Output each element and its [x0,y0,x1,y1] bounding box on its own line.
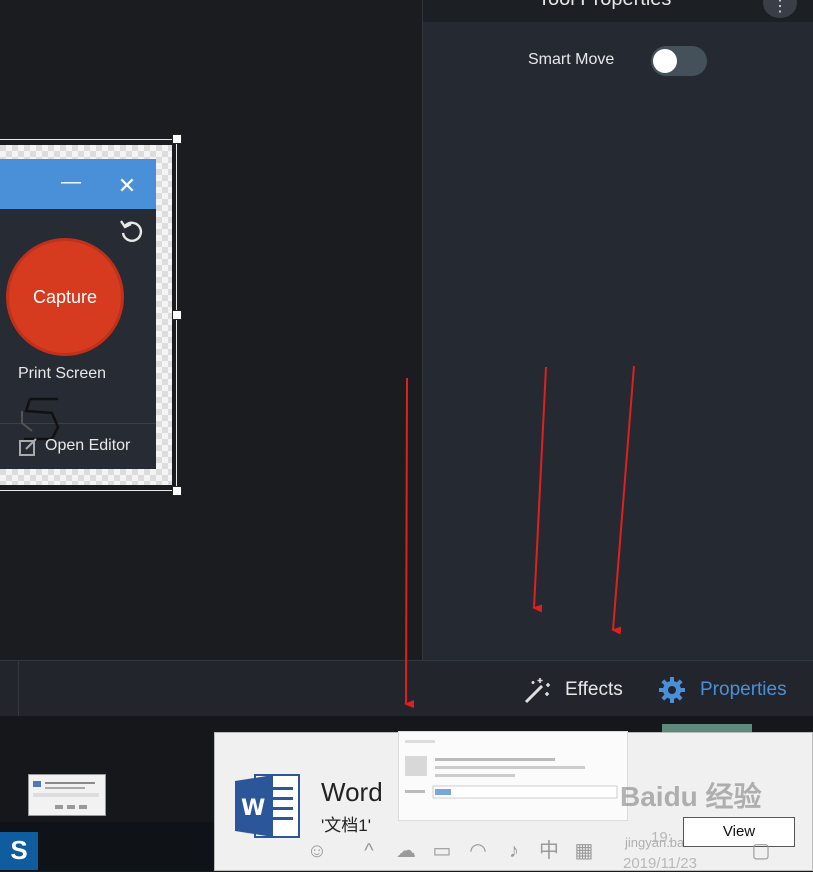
keyboard-icon[interactable]: ▦ [571,837,597,865]
bottom-toolbar: Effects Properties [0,660,813,717]
timeline-clip-thumbnail[interactable] [28,774,106,816]
selection-box[interactable] [0,139,177,491]
word-app-icon: W [235,774,300,838]
notification-center-icon[interactable]: ▢ [749,837,773,865]
panel-title: Tool Properties [538,0,671,11]
clock-date: 2019/11/23 [623,855,697,872]
resize-handle-middle-right[interactable] [172,310,182,320]
more-options-button[interactable]: ⋮ [763,0,797,18]
svg-text:W: W [241,796,265,821]
people-icon[interactable]: ☺ [305,837,329,865]
gear-icon[interactable] [657,675,687,705]
effects-tab[interactable]: Effects [565,679,623,701]
notification-doc-name: '文档1' [321,816,371,835]
resize-handle-top-right[interactable] [172,134,182,144]
smart-move-toggle[interactable] [651,46,707,76]
resize-handle-bottom-right[interactable] [172,486,182,496]
baidu-watermark: Baidu 经验 [620,781,762,812]
app-icon[interactable]: S [0,832,38,870]
preview-content [405,740,618,799]
battery-icon[interactable]: ▭ [429,837,455,865]
word-notification[interactable]: W Word '文档1' Baidu 经验 jingyan.baidu.com … [214,731,813,872]
toggle-knob [653,49,677,73]
volume-icon[interactable]: ♪ [501,837,527,865]
properties-panel: Tool Properties ⋮ Smart Move [422,0,813,660]
smart-move-label: Smart Move [528,51,615,68]
ime-indicator[interactable]: 中 [535,837,563,865]
wifi-icon[interactable]: ◠ [465,837,491,865]
panel-header: Tool Properties ⋮ [423,0,813,22]
magic-wand-icon[interactable] [522,675,552,705]
toolbar-divider [18,661,19,717]
thumbnail-preview [33,781,99,809]
cloud-icon[interactable]: ☁ [391,837,421,865]
system-tray: ☺ ^ ☁ ▭ ◠ ♪ 中 ▦ ▢ [305,837,805,867]
chevron-up-icon[interactable]: ^ [357,837,381,865]
notification-app-name: Word [321,777,383,807]
window-preview[interactable] [398,731,628,821]
properties-tab[interactable]: Properties [700,679,787,701]
